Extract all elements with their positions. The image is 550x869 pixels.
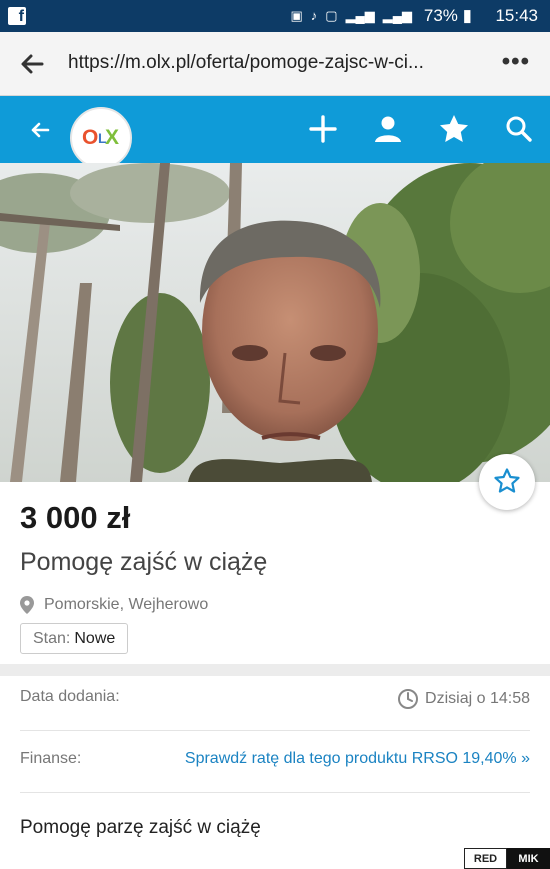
signal-icon-2: ▂▄▆: [382, 8, 412, 23]
battery-icon: ▮: [462, 6, 472, 25]
browser-toolbar: https://m.olx.pl/oferta/pomoge-zajsc-w-c…: [0, 32, 550, 96]
account-button[interactable]: [373, 114, 403, 144]
favorites-button[interactable]: [438, 113, 470, 145]
listing-photo[interactable]: [0, 163, 550, 482]
condition-badge: Stan: Nowe: [20, 623, 129, 654]
olx-logo[interactable]: OLX: [70, 107, 132, 169]
date-added-label: Data dodania:: [20, 688, 120, 705]
browser-back-button[interactable]: [16, 48, 48, 80]
finance-label: Finanse:: [20, 750, 82, 767]
row-divider: [20, 730, 530, 731]
facebook-icon: f: [8, 7, 26, 25]
watermark-left: RED: [464, 848, 507, 869]
star-outline-icon: [494, 468, 520, 493]
listing-title: Pomogę zajść w ciążę: [20, 548, 268, 576]
arrow-left-icon: [21, 54, 44, 74]
status-bar: f ▣ ♪ ▢ ▂▄▆ ▂▄▆ 73% ▮ 15:43: [0, 0, 550, 32]
add-listing-button[interactable]: [308, 114, 338, 144]
status-icons: ▣ ♪ ▢ ▂▄▆ ▂▄▆: [290, 8, 412, 24]
search-icon: [506, 116, 532, 142]
condition-label: Stan:: [33, 629, 71, 647]
condition-value: Nowe: [74, 629, 116, 647]
clock-icon: [398, 689, 419, 709]
listing-image: [0, 163, 550, 482]
row-divider: [20, 792, 530, 793]
favorite-button[interactable]: [479, 454, 535, 510]
battery-level: 73% ▮: [423, 6, 472, 25]
plus-icon: [309, 115, 337, 143]
date-added-value: Dzisiaj o 14:58: [397, 688, 530, 710]
finance-link[interactable]: Sprawdź ratę dla tego produktu RRSO 19,4…: [185, 750, 530, 768]
watermark: RED MIK: [464, 848, 550, 869]
listing-description: Pomogę parzę zajść w ciążę: [20, 817, 261, 838]
clock: 15:43: [495, 6, 538, 25]
lock-icon: ▣: [290, 8, 303, 23]
search-button[interactable]: [505, 115, 533, 143]
mute-icon: ♪: [310, 8, 318, 23]
location-text: Pomorskie, Wejherowo: [44, 596, 209, 613]
app-back-button[interactable]: [26, 116, 54, 144]
location-pin-icon: [20, 596, 34, 614]
listing-location[interactable]: Pomorskie, Wejherowo: [20, 594, 208, 616]
arrow-left-icon: [31, 122, 50, 138]
nfc-icon: ▢: [325, 8, 338, 23]
signal-icon: ▂▄▆: [345, 8, 375, 23]
watermark-right: MIK: [507, 848, 550, 869]
listing-price: 3 000 zł: [20, 500, 131, 535]
more-dots-icon[interactable]: •••: [502, 48, 530, 76]
address-bar[interactable]: https://m.olx.pl/oferta/pomoge-zajsc-w-c…: [68, 52, 424, 74]
section-divider: [0, 664, 550, 676]
user-icon: [375, 116, 401, 142]
star-icon: [440, 115, 468, 142]
